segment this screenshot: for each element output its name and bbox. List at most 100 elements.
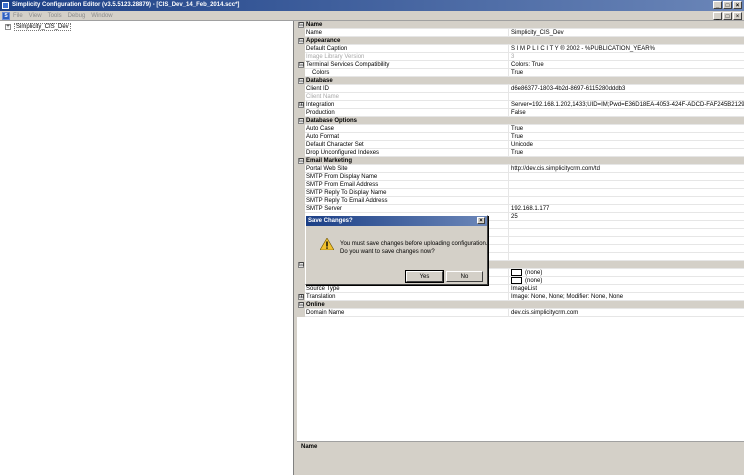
grid-property-row[interactable]: Portal Web Site http://dev.cis.simplicity… bbox=[297, 165, 744, 173]
property-value[interactable]: S I M P L I C I T Y ® 2002 - %PUBLICATIO… bbox=[508, 45, 744, 53]
property-value[interactable]: (none) bbox=[508, 269, 744, 277]
document-icon[interactable]: S bbox=[2, 12, 10, 20]
property-value[interactable]: Unicode bbox=[508, 141, 744, 149]
property-name: SMTP From Email Address bbox=[306, 182, 379, 188]
grid-category-row[interactable]: ⊟ Database bbox=[297, 77, 744, 85]
grid-property-row[interactable]: Default Character Set Unicode bbox=[297, 141, 744, 149]
property-value[interactable]: 25 bbox=[508, 213, 744, 221]
grid-property-row[interactable]: ⊟ Terminal Services Compatibility Colors: … bbox=[297, 61, 744, 69]
property-value[interactable] bbox=[508, 229, 744, 237]
collapse-icon[interactable]: ⊟ bbox=[298, 158, 304, 164]
grid-property-row[interactable]: SMTP Reply To Email Address bbox=[297, 197, 744, 205]
menu-view[interactable]: View bbox=[29, 11, 42, 21]
grid-property-row[interactable]: Auto Format True bbox=[297, 133, 744, 141]
grid-property-row[interactable]: Default Caption S I M P L I C I T Y ® 200… bbox=[297, 45, 744, 53]
tree-expander[interactable]: + bbox=[5, 24, 11, 30]
grid-property-row[interactable]: ⊞ Integration Server=192.168.1.202,1433;UI… bbox=[297, 101, 744, 109]
property-value[interactable] bbox=[508, 181, 744, 189]
grid-property-row[interactable]: Name Simplicity_CIS_Dev bbox=[297, 29, 744, 37]
property-value[interactable]: http://dev.cis.simplicitycrm.com/td bbox=[508, 165, 744, 173]
property-value[interactable]: dev.cis.simplicitycrm.com bbox=[508, 309, 744, 317]
close-button[interactable]: × bbox=[733, 1, 742, 9]
property-value[interactable] bbox=[508, 221, 744, 229]
collapse-icon[interactable]: ⊟ bbox=[298, 62, 304, 68]
collapse-icon[interactable]: ⊟ bbox=[298, 22, 304, 28]
collapse-icon[interactable]: ⊟ bbox=[298, 78, 304, 84]
menu-window[interactable]: Window bbox=[91, 11, 112, 21]
expand-icon[interactable]: ⊞ bbox=[298, 294, 304, 300]
property-value[interactable] bbox=[508, 245, 744, 253]
property-value[interactable] bbox=[508, 253, 744, 261]
property-value[interactable] bbox=[508, 93, 744, 101]
row-gutter bbox=[297, 109, 305, 117]
grid-property-row[interactable]: SMTP Reply To Display Name bbox=[297, 189, 744, 197]
grid-property-row[interactable]: ⊞ Translation Image: None, None; Modifier:… bbox=[297, 293, 744, 301]
expand-icon[interactable]: ⊞ bbox=[298, 102, 304, 108]
property-value[interactable]: Image: None, None; Modifier: None, None bbox=[508, 293, 744, 301]
no-button[interactable]: No bbox=[446, 271, 483, 282]
grid-category-row[interactable]: ⊟ Online bbox=[297, 301, 744, 309]
property-value[interactable] bbox=[508, 197, 744, 205]
property-value[interactable]: Server=192.168.1.202,1433;UID=IM;Pwd=E36… bbox=[508, 101, 744, 109]
row-gutter bbox=[297, 173, 305, 181]
menu-file[interactable]: File bbox=[13, 11, 23, 21]
grid-category-row[interactable]: ⊟ Name bbox=[297, 21, 744, 29]
property-value[interactable]: d6e86377-1803-4b2d-8697-6115280dddb3 bbox=[508, 85, 744, 93]
property-value[interactable]: ImageList bbox=[508, 285, 744, 293]
property-value[interactable]: Colors: True bbox=[508, 61, 744, 69]
grid-category-row[interactable]: ⊟ Appearance bbox=[297, 37, 744, 45]
row-gutter bbox=[297, 141, 305, 149]
property-value[interactable]: True bbox=[508, 149, 744, 157]
grid-property-row[interactable]: Image Library Version 3 bbox=[297, 53, 744, 61]
grid-property-row[interactable]: Client ID d6e86377-1803-4b2d-8697-6115280… bbox=[297, 85, 744, 93]
row-gutter bbox=[297, 221, 305, 229]
property-value[interactable]: 3 bbox=[508, 53, 744, 61]
grid-property-row[interactable]: Source Type ImageList bbox=[297, 285, 744, 293]
grid-property-row[interactable]: Client Name bbox=[297, 93, 744, 101]
property-value[interactable]: (none) bbox=[508, 277, 744, 285]
yes-button[interactable]: Yes bbox=[405, 270, 444, 283]
grid-property-row[interactable]: SMTP From Display Name bbox=[297, 173, 744, 181]
menu-debug[interactable]: Debug bbox=[68, 11, 86, 21]
dialog-title: Save Changes? bbox=[308, 218, 353, 224]
collapse-icon[interactable]: ⊟ bbox=[298, 262, 304, 268]
dialog-close-button[interactable]: × bbox=[477, 217, 485, 224]
grid-property-row[interactable]: Colors True bbox=[297, 69, 744, 77]
property-value[interactable]: True bbox=[508, 133, 744, 141]
document-minimize-button[interactable]: _ bbox=[713, 12, 722, 20]
grid-property-row[interactable]: Auto Case True bbox=[297, 125, 744, 133]
document-restore-button[interactable]: □ bbox=[723, 12, 732, 20]
property-value[interactable] bbox=[508, 237, 744, 245]
collapse-icon[interactable]: ⊟ bbox=[298, 302, 304, 308]
property-value[interactable] bbox=[508, 173, 744, 181]
configuration-tree: + Simplicity_CIS_Dev bbox=[0, 21, 294, 475]
category-label: Email Marketing bbox=[306, 158, 353, 164]
dialog-message-line-1: You must save changes before uploading c… bbox=[340, 241, 488, 247]
row-gutter bbox=[297, 85, 305, 93]
collapse-icon[interactable]: ⊟ bbox=[298, 118, 304, 124]
property-value[interactable]: False bbox=[508, 109, 744, 117]
minimize-button[interactable]: _ bbox=[713, 1, 722, 9]
tree-node-label[interactable]: Simplicity_CIS_Dev bbox=[14, 23, 71, 31]
property-value[interactable]: 192.168.1.177 bbox=[508, 205, 744, 213]
property-value[interactable]: True bbox=[508, 125, 744, 133]
property-help-pane: Name bbox=[297, 441, 744, 475]
tree-node-root[interactable]: + Simplicity_CIS_Dev bbox=[5, 23, 71, 31]
maximize-button[interactable]: □ bbox=[723, 1, 732, 9]
grid-category-row[interactable]: ⊟ Database Options bbox=[297, 117, 744, 125]
collapse-icon[interactable]: ⊟ bbox=[298, 38, 304, 44]
row-gutter bbox=[297, 229, 305, 237]
document-close-button[interactable]: × bbox=[733, 12, 742, 20]
property-value[interactable]: Simplicity_CIS_Dev bbox=[508, 29, 744, 37]
grid-property-row[interactable]: SMTP Server 192.168.1.177 bbox=[297, 205, 744, 213]
grid-property-row[interactable]: Drop Unconfigured Indexes True bbox=[297, 149, 744, 157]
grid-property-row[interactable]: Domain Name dev.cis.simplicitycrm.com bbox=[297, 309, 744, 317]
grid-property-row[interactable]: SMTP From Email Address bbox=[297, 181, 744, 189]
menu-tools[interactable]: Tools bbox=[48, 11, 62, 21]
grid-category-row[interactable]: ⊟ Email Marketing bbox=[297, 157, 744, 165]
app-icon bbox=[2, 2, 9, 9]
property-name: SMTP Reply To Display Name bbox=[306, 190, 387, 196]
property-value[interactable] bbox=[508, 189, 744, 197]
grid-property-row[interactable]: Production False bbox=[297, 109, 744, 117]
property-value[interactable]: True bbox=[508, 69, 744, 77]
